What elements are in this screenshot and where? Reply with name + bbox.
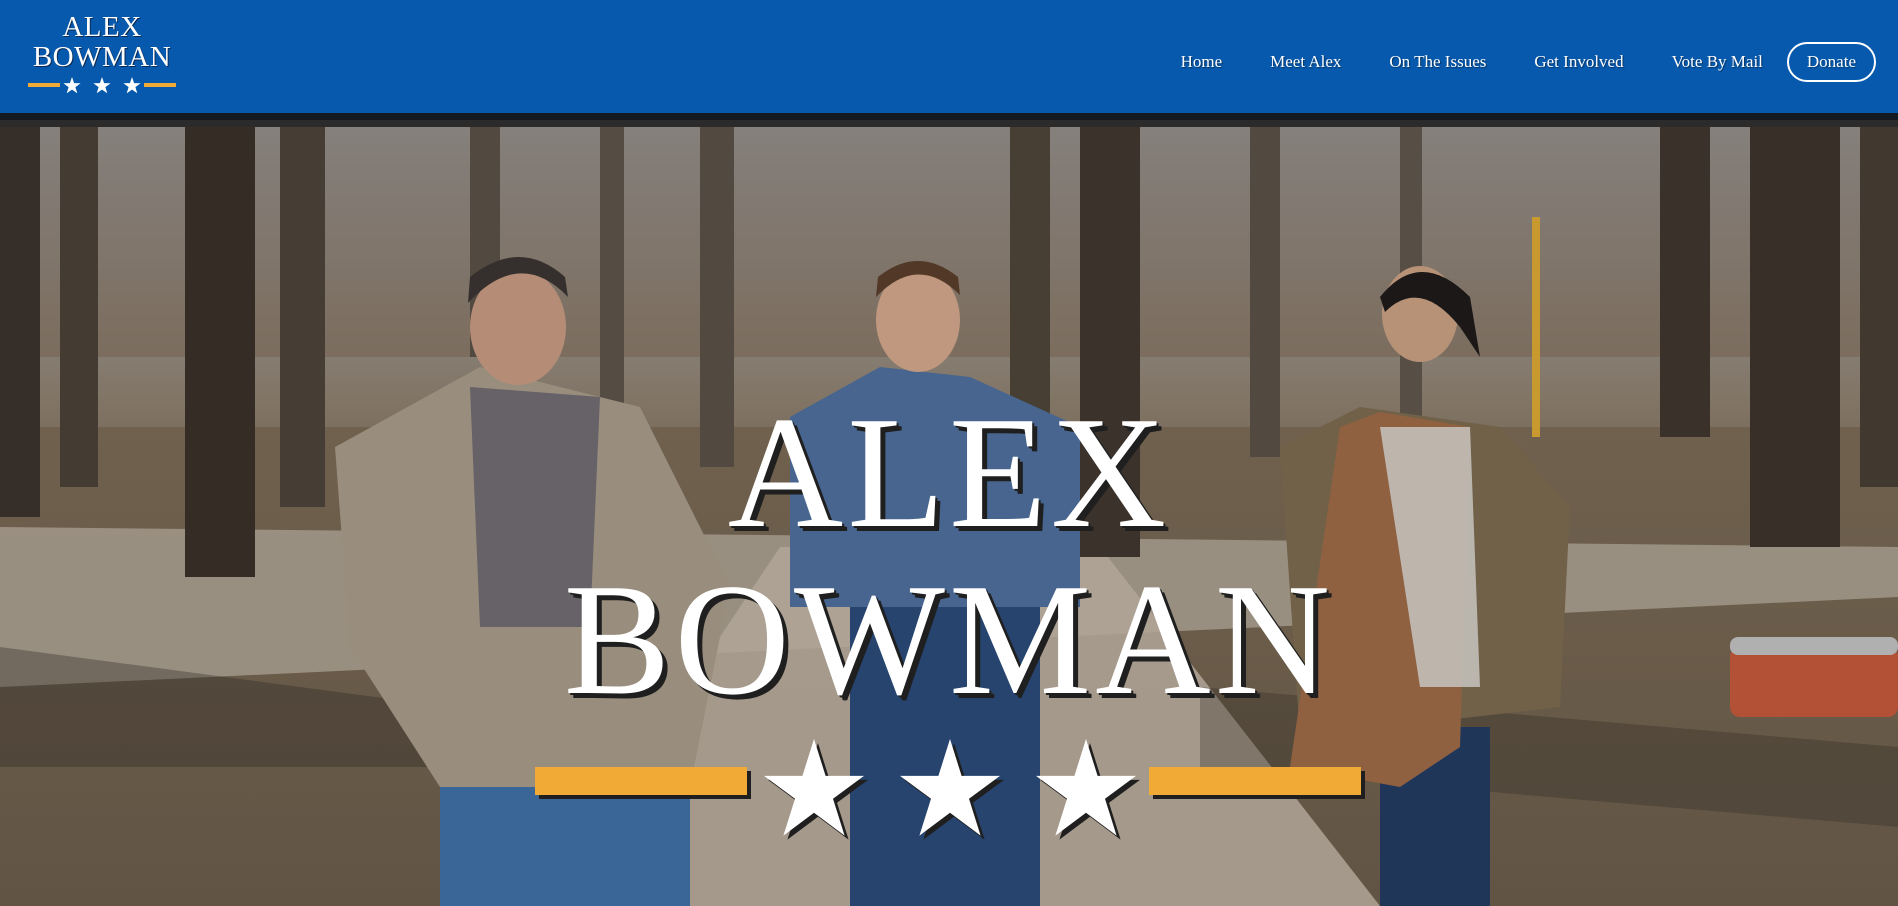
site-logo[interactable]: ALEX BOWMAN (22, 12, 182, 98)
three-stars-emblem-icon (535, 739, 1365, 840)
hero-title-line1: ALEX (727, 383, 1171, 561)
hero-title-line2: BOWMAN (563, 550, 1335, 728)
hero-section: ALEX BOWMAN (0, 127, 1898, 906)
nav-home[interactable]: Home (1181, 52, 1223, 72)
nav-vote-by-mail[interactable]: Vote By Mail (1672, 52, 1763, 72)
nav-get-involved[interactable]: Get Involved (1534, 52, 1623, 72)
site-header: ALEX BOWMAN Home Meet Alex On The Issues… (0, 0, 1898, 120)
main-nav: Home Meet Alex On The Issues Get Involve… (1181, 42, 1876, 82)
nav-on-the-issues[interactable]: On The Issues (1389, 52, 1486, 72)
logo-text-line2: BOWMAN (32, 41, 172, 73)
donate-button[interactable]: Donate (1786, 42, 1876, 82)
nav-meet-alex[interactable]: Meet Alex (1270, 52, 1341, 72)
logo-text-line1: ALEX (62, 11, 142, 43)
three-stars-logo-icon (28, 77, 176, 94)
